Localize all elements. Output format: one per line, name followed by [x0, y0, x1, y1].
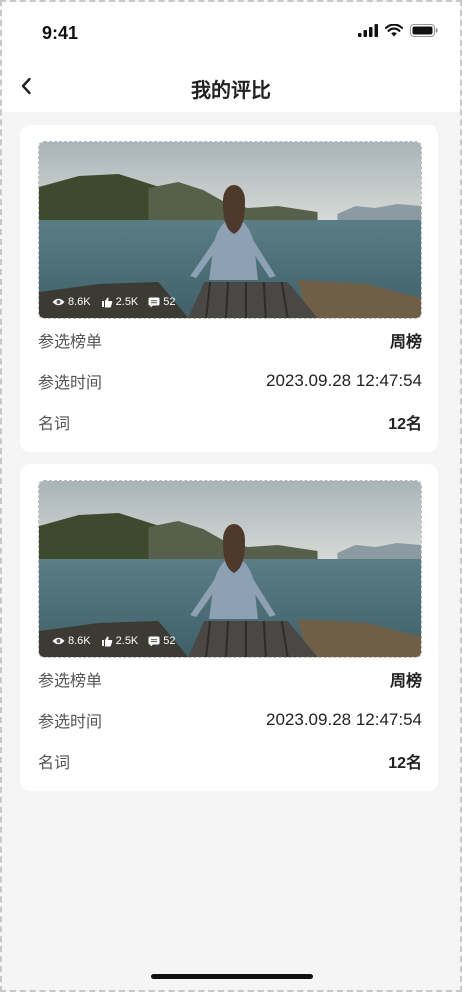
- entry-card[interactable]: 8.6K 2.5K 52 参选榜单 周榜 参选时间 2023.09.28 12:…: [20, 125, 438, 452]
- nav-bar: 我的评比: [2, 64, 460, 112]
- time-label: 参选时间: [38, 713, 103, 731]
- list-label: 参选榜单: [38, 672, 103, 690]
- signal-icon: [358, 24, 378, 37]
- time-value: 2023.09.28 12:47:54: [266, 709, 422, 729]
- rank-row: 名词 12名: [38, 740, 422, 781]
- time-row: 参选时间 2023.09.28 12:47:54: [38, 360, 422, 401]
- comments-count: 52: [163, 635, 176, 647]
- entry-list: 8.6K 2.5K 52 参选榜单 周榜 参选时间 2023.09.28 12:…: [20, 125, 438, 803]
- views-stat: 8.6K: [52, 635, 91, 647]
- eye-icon: [52, 637, 65, 645]
- likes-count: 2.5K: [115, 296, 139, 308]
- rank-label: 名词: [38, 754, 71, 772]
- views-count: 8.6K: [68, 296, 91, 308]
- phone-screen: 9:41 我的评比 8.6K 2.5K 52 参选榜单 周榜 参选时间 2023…: [0, 0, 462, 992]
- entry-card[interactable]: 8.6K 2.5K 52 参选榜单 周榜 参选时间 2023.09.28 12:…: [20, 464, 438, 791]
- page-title: 我的评比: [191, 80, 271, 102]
- photo-stats: 8.6K 2.5K 52: [52, 635, 176, 647]
- home-indicator: [151, 974, 313, 979]
- likes-stat: 2.5K: [101, 635, 139, 647]
- woman-sitting-on-pier-lake-photo: [39, 142, 421, 318]
- likes-count: 2.5K: [115, 635, 139, 647]
- time-label: 参选时间: [38, 374, 103, 392]
- comment-icon: [148, 636, 160, 646]
- comment-icon: [148, 297, 160, 307]
- comments-stat: 52: [148, 635, 176, 647]
- comments-stat: 52: [148, 296, 176, 308]
- entry-photo[interactable]: 8.6K 2.5K 52: [38, 141, 422, 319]
- battery-icon: [410, 24, 438, 37]
- views-count: 8.6K: [68, 635, 91, 647]
- time-value: 2023.09.28 12:47:54: [266, 370, 422, 390]
- list-value: 周榜: [389, 672, 422, 690]
- status-icons: [358, 24, 438, 37]
- entry-photo[interactable]: 8.6K 2.5K 52: [38, 480, 422, 658]
- thumb-up-icon: [101, 636, 112, 646]
- rank-value: 12名: [388, 415, 422, 433]
- status-time: 9:41: [42, 23, 79, 43]
- list-row: 参选榜单 周榜: [38, 658, 422, 699]
- top-bar: 9:41 我的评比: [2, 2, 460, 112]
- thumb-up-icon: [101, 297, 112, 307]
- photo-stats: 8.6K 2.5K 52: [52, 296, 176, 308]
- list-value: 周榜: [389, 333, 422, 351]
- rank-row: 名词 12名: [38, 401, 422, 442]
- woman-sitting-on-pier-lake-photo: [39, 481, 421, 657]
- rank-value: 12名: [388, 754, 422, 772]
- likes-stat: 2.5K: [101, 296, 139, 308]
- views-stat: 8.6K: [52, 296, 91, 308]
- list-row: 参选榜单 周榜: [38, 319, 422, 360]
- eye-icon: [52, 298, 65, 306]
- list-label: 参选榜单: [38, 333, 103, 351]
- comments-count: 52: [163, 296, 176, 308]
- status-bar: 9:41: [2, 2, 460, 64]
- rank-label: 名词: [38, 415, 71, 433]
- wifi-icon: [385, 24, 403, 37]
- time-row: 参选时间 2023.09.28 12:47:54: [38, 699, 422, 740]
